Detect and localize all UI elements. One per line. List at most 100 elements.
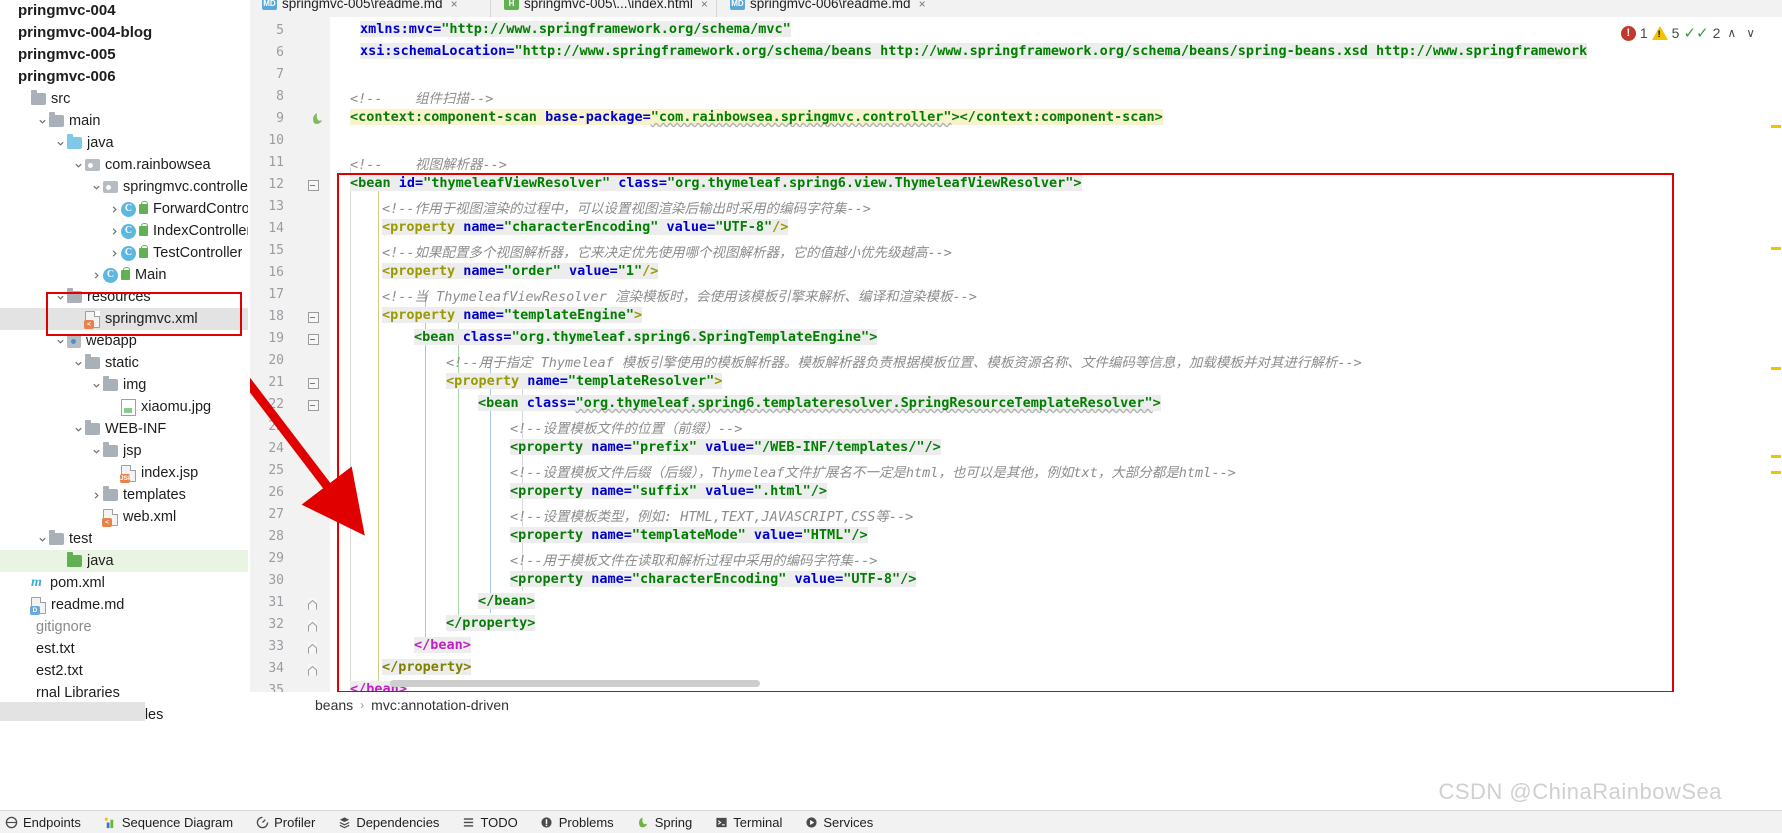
package-icon (103, 181, 118, 193)
folder-icon (85, 420, 100, 435)
tree-item-index-jsp[interactable]: JSP index.jsp (0, 462, 248, 484)
tree-item-testcontroller[interactable]: C TestController (0, 242, 248, 264)
tree-item-xiaomu-jpg[interactable]: xiaomu.jpg (0, 396, 248, 418)
editor-tab-readme-006[interactable]: MD springmvc-006\readme.md × (724, 0, 932, 17)
tree-item-est-txt[interactable]: est.txt (0, 638, 248, 660)
editor-horizontal-scrollbar[interactable] (390, 680, 760, 687)
tool-window-button-sequence-diagram[interactable]: Sequence Diagram (103, 815, 233, 830)
chevron-down-icon[interactable] (72, 425, 85, 434)
close-icon[interactable]: × (919, 0, 926, 11)
breadcrumb-root[interactable]: beans (315, 697, 353, 713)
tree-item-est2-txt[interactable]: est2.txt (0, 660, 248, 682)
chevron-down-icon[interactable] (90, 381, 103, 390)
chevron-down-icon[interactable] (36, 117, 49, 126)
editor-tab-readme-005[interactable]: MD springmvc-005\readme.md × (256, 0, 464, 17)
code-editor[interactable]: 5678910111213141516171819202122232425262… (250, 17, 1782, 692)
tree-item-pom-xml[interactable]: m pom.xml (0, 572, 248, 594)
code-fold-end-icon[interactable] (308, 664, 317, 676)
tree-item-gitignore[interactable]: gitignore (0, 616, 248, 638)
editor-marker-bar[interactable] (1770, 17, 1782, 692)
tree-item-pringmvc-005[interactable]: pringmvc-005 (0, 44, 248, 66)
tab-label: springmvc-005\...\index.html (524, 0, 693, 11)
tool-window-button-dependencies[interactable]: Dependencies (337, 815, 439, 830)
tree-item-main[interactable]: C Main (0, 264, 248, 286)
tree-item-java[interactable]: java (0, 550, 248, 572)
close-icon[interactable]: × (451, 0, 458, 11)
code-fold-end-icon[interactable] (308, 598, 317, 610)
code-fold-collapse-icon[interactable] (308, 312, 319, 323)
chevron-right-icon[interactable] (108, 227, 121, 236)
chevron-down-icon[interactable] (90, 447, 103, 456)
tree-item-web-inf[interactable]: WEB-INF (0, 418, 248, 440)
chevron-right-icon[interactable] (108, 205, 121, 214)
close-icon[interactable]: × (701, 0, 708, 11)
tree-item-resources[interactable]: resources (0, 286, 248, 308)
chevron-right-icon[interactable] (108, 249, 121, 258)
previous-problem-chevron-up-icon[interactable]: ∧ (1724, 26, 1739, 40)
tree-item-pringmvc-004[interactable]: pringmvc-004 (0, 0, 248, 22)
breadcrumb[interactable]: beans › mvc:annotation-driven (250, 692, 1782, 717)
chevron-down-icon[interactable] (72, 359, 85, 368)
line-number: 19 (268, 331, 284, 346)
endpoints-icon (4, 815, 18, 829)
tree-item-label: springmvc.controller (123, 179, 248, 195)
chevron-down-icon[interactable] (36, 535, 49, 544)
tool-window-button-todo[interactable]: TODO (461, 815, 518, 830)
tree-item-label: springmvc.xml (105, 311, 198, 327)
tree-item-src[interactable]: src (0, 88, 248, 110)
line-number: 14 (268, 221, 284, 236)
tree-item-main[interactable]: main (0, 110, 248, 132)
next-problem-chevron-down-icon[interactable]: ∨ (1743, 26, 1758, 40)
tree-item-static[interactable]: static (0, 352, 248, 374)
chevron-down-icon[interactable] (54, 293, 67, 302)
tool-window-button-terminal[interactable]: Terminal (714, 815, 782, 830)
line-number: 28 (268, 529, 284, 544)
tool-window-button-problems[interactable]: Problems (540, 815, 614, 830)
chevron-right-icon[interactable] (90, 271, 103, 280)
tool-window-button-services[interactable]: Services (804, 815, 873, 830)
editor-tab-index-html[interactable]: H springmvc-005\...\index.html × (498, 0, 714, 17)
tree-item-jsp[interactable]: jsp (0, 440, 248, 462)
tree-item-springmvc-controller[interactable]: springmvc.controller (0, 176, 248, 198)
breadcrumb-leaf[interactable]: mvc:annotation-driven (371, 697, 509, 713)
tree-item-java[interactable]: java (0, 132, 248, 154)
chevron-down-icon[interactable] (54, 337, 67, 346)
tree-item-indexcontroller[interactable]: C IndexController (0, 220, 248, 242)
tree-item-rnal-libraries[interactable]: rnal Libraries (0, 682, 248, 704)
chevron-down-icon[interactable] (54, 139, 67, 148)
project-tree[interactable]: pringmvc-004 pringmvc-004-blog pringmvc-00… (0, 0, 248, 720)
resources-folder-icon (67, 288, 82, 303)
tree-item-img[interactable]: img (0, 374, 248, 396)
code-fold-collapse-icon[interactable] (308, 180, 319, 191)
tool-window-button-endpoints[interactable]: Endpoints (4, 815, 81, 830)
editor-tab-bar[interactable]: MD springmvc-005\readme.md × H springmvc… (250, 0, 1782, 17)
chevron-down-icon[interactable] (90, 183, 103, 192)
tree-item-forwardcontroller[interactable]: C ForwardController (0, 198, 248, 220)
tree-item-springmvc-xml[interactable]: < springmvc.xml (0, 308, 248, 330)
tool-window-button-spring[interactable]: Spring (636, 815, 692, 830)
code-fold-end-icon[interactable] (308, 642, 317, 654)
spring-bean-gutter-icon[interactable] (310, 112, 324, 126)
inspection-widget[interactable]: ! 1 5 ✓✓ 2 ∧ ∨ (1616, 22, 1762, 44)
line-number: 13 (268, 199, 284, 214)
tool-window-button-profiler[interactable]: Profiler (255, 815, 315, 830)
tree-item-label: com.rainbowsea (105, 157, 211, 173)
tree-item-com-rainbowsea[interactable]: com.rainbowsea (0, 154, 248, 176)
tree-item-test[interactable]: test (0, 528, 248, 550)
tool-window-bar[interactable]: Endpoints Sequence Diagram Profiler Depende… (0, 810, 1782, 833)
chevron-right-icon[interactable] (90, 491, 103, 500)
tree-item-webapp[interactable]: webapp (0, 330, 248, 352)
tree-item-pringmvc-004-blog[interactable]: pringmvc-004-blog (0, 22, 248, 44)
code-text-area[interactable]: xmlns:mvc="http://www.springframework.or… (330, 17, 1782, 692)
tree-item-readme-md[interactable]: Dreadme.md (0, 594, 248, 616)
editor-gutter[interactable]: 5678910111213141516171819202122232425262… (250, 17, 330, 692)
tree-item-templates[interactable]: templates (0, 484, 248, 506)
marker-stripe (1771, 367, 1781, 370)
line-number: 31 (268, 595, 284, 610)
line-number: 6 (276, 45, 284, 60)
code-fold-end-icon[interactable] (308, 620, 317, 632)
chevron-down-icon[interactable] (72, 161, 85, 170)
code-fold-collapse-icon[interactable] (308, 334, 319, 345)
tree-item-web-xml[interactable]: < web.xml (0, 506, 248, 528)
tree-item-pringmvc-006[interactable]: pringmvc-006 (0, 66, 248, 88)
